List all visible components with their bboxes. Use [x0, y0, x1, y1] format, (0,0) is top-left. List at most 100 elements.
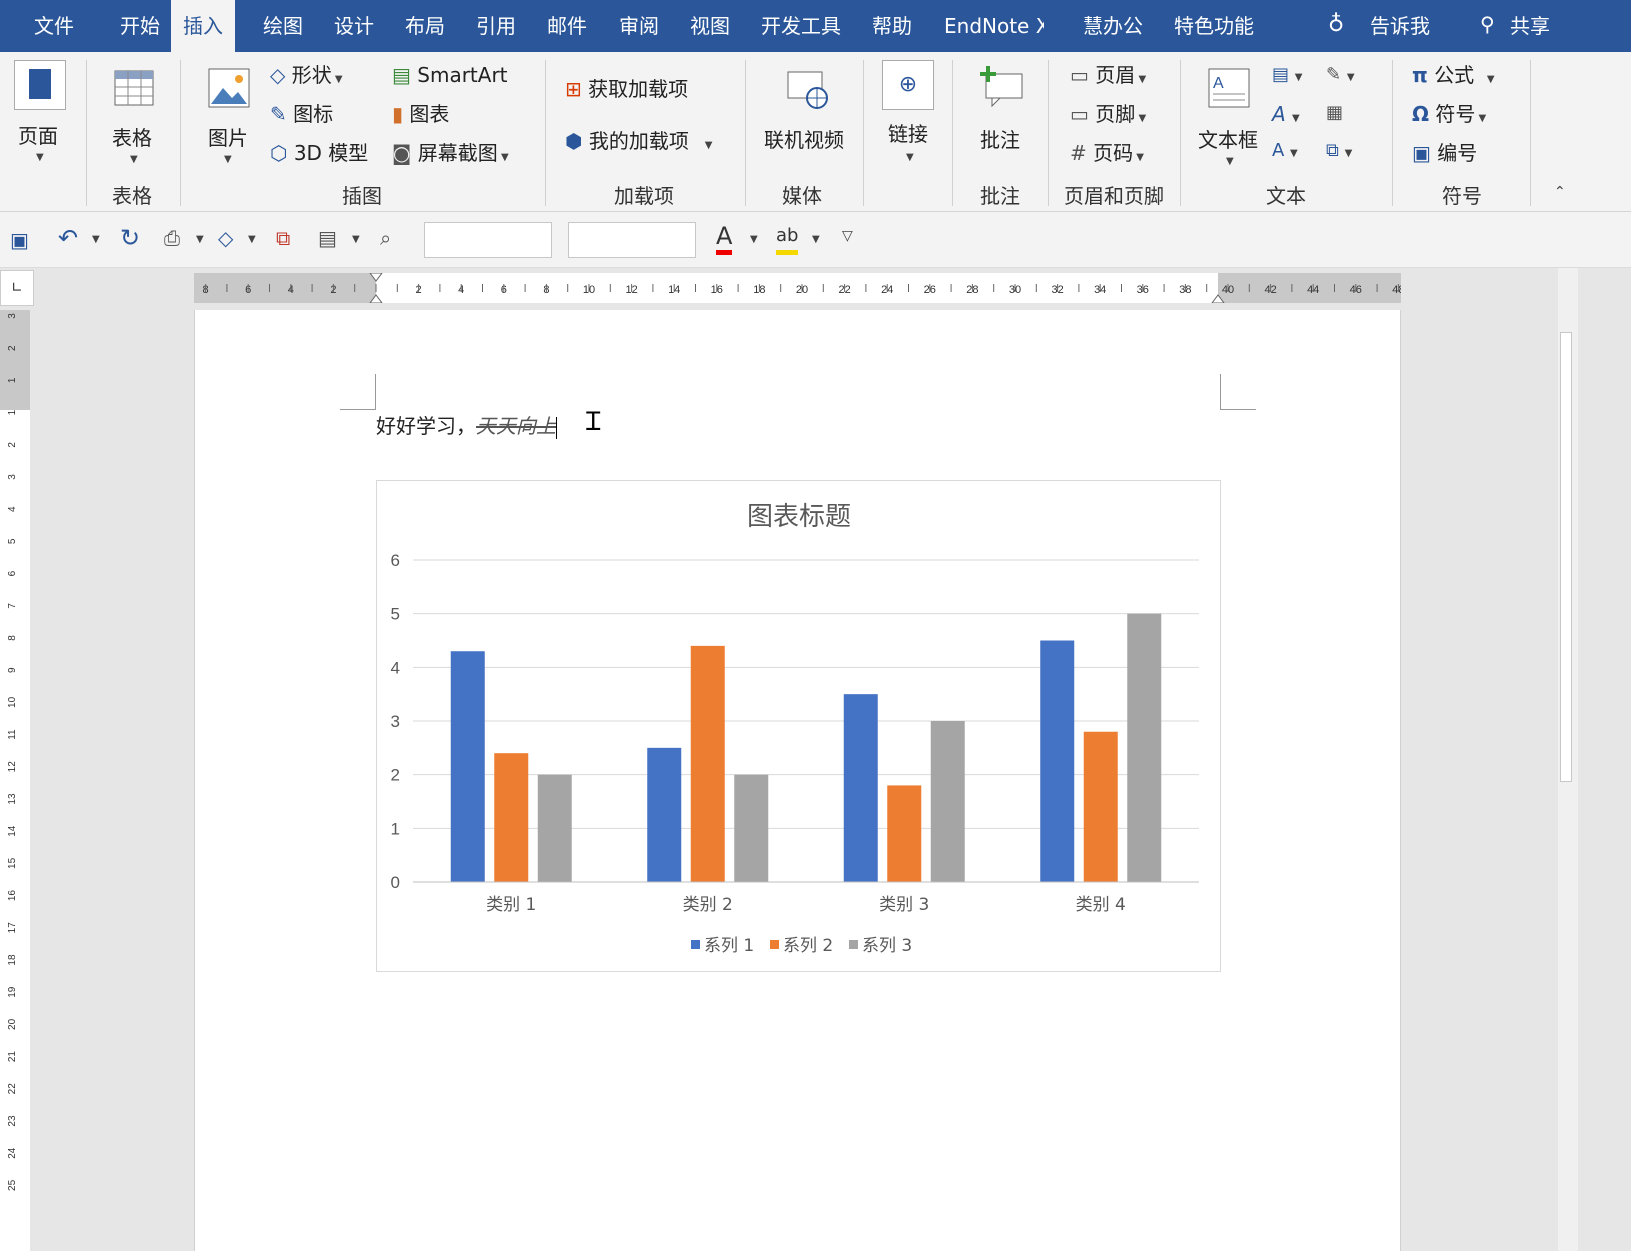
tab-12[interactable]: 帮助 [860, 0, 924, 52]
equation-label: 公式 [1434, 63, 1475, 87]
tab-9[interactable]: 审阅 [607, 0, 671, 52]
my-addins-button[interactable]: ⬢ 我的加载项 ▼ [565, 126, 712, 156]
bar[interactable] [887, 785, 922, 882]
screenshot-button[interactable]: ◙ 屏幕截图 ▼ [392, 138, 509, 168]
comment-button[interactable]: 批注 [970, 58, 1032, 170]
model3d-button[interactable]: ⬡ 3D 模型 [270, 138, 368, 168]
chevron-down-icon[interactable]: ▼ [352, 234, 360, 245]
document-paragraph[interactable]: 好好学习，天天向上 [376, 410, 557, 439]
tab-3[interactable]: 插入 [171, 0, 235, 52]
link-button[interactable]: ⊕ 链接 ▼ [880, 58, 936, 170]
footer-icon: ▭ [1070, 102, 1089, 126]
smartart-button[interactable]: ▤ SmartArt [392, 60, 508, 90]
shapes-label: 形状 [291, 63, 332, 87]
object-icon[interactable]: ⧉ ▼ [1326, 140, 1352, 161]
redo-icon[interactable]: ↻ [120, 224, 140, 252]
print-icon[interactable]: ⎙ [164, 226, 180, 250]
tab-8[interactable]: 邮件 [535, 0, 599, 52]
ruler-label: 2 [7, 442, 18, 448]
bar[interactable] [690, 645, 725, 882]
table-button[interactable]: 表格 ▼ [100, 58, 166, 170]
link-icon: ⊕ [882, 60, 934, 110]
tab-14[interactable]: 慧办公 [1071, 0, 1155, 52]
tab-7[interactable]: 引用 [464, 0, 528, 52]
chevron-down-icon[interactable]: ▼ [196, 234, 204, 245]
screenshot-label: 屏幕截图 [417, 141, 498, 165]
scrollbar-thumb[interactable] [1560, 332, 1572, 782]
bar[interactable] [930, 721, 965, 882]
tab-2[interactable]: 开始 [108, 0, 172, 52]
bar[interactable] [537, 774, 572, 882]
legend-swatch [849, 940, 858, 949]
bar[interactable] [1127, 613, 1162, 882]
footer-button[interactable]: ▭ 页脚 ▼ [1070, 99, 1146, 129]
font-size-spinner[interactable] [424, 222, 552, 258]
vertical-ruler-ticks: 3211234567891011121314151617181920212223… [0, 310, 30, 1191]
svg-text:A: A [1213, 75, 1224, 92]
icons-button[interactable]: ✎ 图标 [270, 99, 333, 129]
highlight-icon[interactable]: ab [776, 222, 799, 255]
page-button[interactable]: 页面 ▼ [8, 58, 74, 170]
online-video-button[interactable]: 联机视频 [760, 58, 852, 170]
numbering-button[interactable]: ▣ 编号 [1412, 138, 1477, 168]
bar[interactable] [1083, 731, 1118, 882]
chevron-down-icon[interactable]: ▼ [812, 234, 820, 245]
right-indent-marker[interactable] [1211, 294, 1225, 303]
tab-13[interactable]: EndNote X9 [932, 0, 1044, 52]
ibeam-cursor-icon: Ɪ [586, 407, 601, 437]
ruler-margin-area [0, 310, 30, 410]
equation-button[interactable]: π 公式 ▼ [1412, 60, 1495, 90]
textbox-tool-icon[interactable]: ▤ [318, 226, 337, 250]
bar[interactable] [843, 694, 878, 882]
dropcap-icon[interactable]: A ▼ [1272, 140, 1298, 161]
tab-4[interactable]: 绘图 [251, 0, 315, 52]
page-number-button[interactable]: # 页码 ▼ [1070, 138, 1144, 168]
customize-qat-icon[interactable]: ▽ [842, 228, 853, 244]
doc-compare-icon[interactable]: ⧉ [276, 226, 290, 250]
bar[interactable] [494, 753, 529, 882]
picture-button[interactable]: 图片 ▼ [198, 58, 264, 170]
chevron-down-icon[interactable]: ▼ [92, 234, 100, 245]
chart-button[interactable]: ▮ 图表 [392, 99, 449, 129]
chevron-down-icon[interactable]: ▼ [248, 234, 256, 245]
model3d-label: 3D 模型 [293, 141, 369, 165]
chevron-down-icon: ▼ [906, 152, 914, 163]
quick-parts-icon[interactable]: ▤ ▼ [1272, 64, 1302, 85]
font-color-icon[interactable]: A [716, 222, 733, 255]
hanging-indent-marker[interactable] [369, 294, 383, 303]
get-addins-button[interactable]: ⊞ 获取加载项 [565, 74, 688, 104]
line-spacing-spinner[interactable] [568, 222, 696, 258]
wordart-icon[interactable]: A ▼ [1272, 102, 1300, 126]
shapes-button[interactable]: ◇ 形状 ▼ [270, 60, 343, 90]
tell-me-input[interactable]: 告诉我 [1370, 0, 1430, 52]
signature-icon[interactable]: ✎ ▼ [1326, 64, 1355, 85]
bar[interactable] [734, 774, 769, 882]
tab-15[interactable]: 特色功能 [1162, 0, 1266, 52]
tab-1[interactable]: 文件 [22, 0, 86, 52]
tab-5[interactable]: 设计 [322, 0, 386, 52]
vertical-scrollbar[interactable] [1558, 268, 1578, 1251]
bar[interactable] [1040, 640, 1075, 883]
print-preview-icon[interactable]: ⌕ [380, 226, 391, 250]
tab-10[interactable]: 视图 [678, 0, 742, 52]
save-icon[interactable]: ▣ [10, 228, 29, 252]
first-line-indent-marker[interactable] [369, 273, 383, 282]
share-button[interactable]: 共享 [1510, 0, 1550, 52]
icons-label: 图标 [293, 102, 334, 126]
collapse-ribbon-icon[interactable]: ⌃ [1554, 184, 1566, 200]
bar[interactable] [450, 651, 485, 882]
tab-6[interactable]: 布局 [393, 0, 457, 52]
chevron-down-icon[interactable]: ▼ [750, 234, 758, 245]
shape-tool-icon[interactable]: ◇ [218, 226, 233, 250]
textbox-button[interactable]: A 文本框 ▼ [1196, 58, 1266, 170]
bar[interactable] [647, 747, 682, 882]
undo-icon[interactable]: ↶ [58, 224, 78, 252]
chart-object[interactable]: 图表标题 0 1 2 3 4 5 6 类别 1 类别 2 类别 3 类别 4 系列 1 系列 2 系列 3 [376, 480, 1221, 972]
margin-corner-tr [1220, 374, 1256, 410]
symbol-button[interactable]: Ω 符号 ▼ [1412, 99, 1486, 129]
header-button[interactable]: ▭ 页眉 ▼ [1070, 60, 1146, 90]
tab-11[interactable]: 开发工具 [749, 0, 853, 52]
smartart-icon: ▤ [392, 63, 411, 87]
datetime-icon[interactable]: ▦ [1326, 102, 1343, 123]
tab-selector[interactable]: ∟ [0, 270, 34, 306]
